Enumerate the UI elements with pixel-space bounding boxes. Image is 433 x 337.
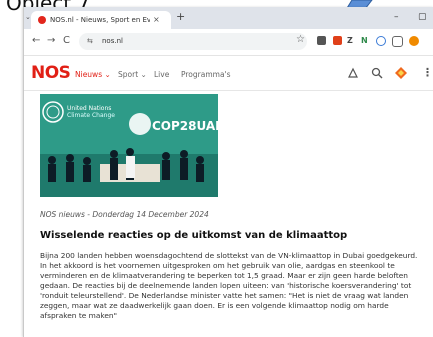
un-logo-subtext: Climate Change [67,112,115,119]
bookmark-star-icon[interactable]: ☆ [296,34,305,45]
nav-item-programmas[interactable]: Programma's [181,70,231,79]
address-url: nos.nl [102,37,123,45]
tab-title: NOS.nl - Nieuws, Sport en Eve... [50,16,150,24]
menu-icon[interactable]: ⋮ [422,66,433,79]
un-logo-text: United Nations [67,105,111,112]
minimize-button[interactable]: – [394,12,399,22]
nav-item-sport[interactable]: Sport ⌄ [118,70,147,79]
tab-close-icon[interactable]: × [153,11,160,29]
extension-icon[interactable] [376,36,386,46]
article-hero-image: United Nations Climate Change COP28UAE [40,94,218,197]
site-header: NOS Nieuws ⌄ Sport ⌄ Live Programma's ⋮ [24,56,433,91]
extension-icon[interactable] [333,36,342,45]
nav-item-nieuws[interactable]: Nieuws ⌄ [75,70,111,79]
tab-bar: ⌄ NOS.nl - Nieuws, Sport en Eve... × + –… [24,7,433,29]
nav-label: Sport [118,70,139,79]
npo-diamond-icon[interactable] [394,66,408,80]
browser-window: ⌄ NOS.nl - Nieuws, Sport en Eve... × + –… [23,7,433,337]
browser-tab[interactable]: NOS.nl - Nieuws, Sport en Eve... × [31,11,171,29]
new-tab-button[interactable]: + [176,10,185,23]
extension-z-icon[interactable]: Z [347,36,353,45]
nos-favicon-icon [38,16,46,24]
chevron-down-icon: ⌄ [140,70,147,79]
article-body: Bijna 200 landen hebben woensdagochtend … [40,251,418,320]
forward-button[interactable]: → [47,35,55,46]
maximize-button[interactable]: ▢ [418,12,427,22]
extension-icon[interactable] [317,36,326,45]
profile-avatar[interactable] [409,36,419,46]
notifications-icon[interactable] [347,67,359,79]
article-headline: Wisselende reacties op de uitkomst van d… [40,230,348,241]
back-button[interactable]: ← [32,35,40,46]
nav-item-live[interactable]: Live [154,70,169,79]
site-info-icon[interactable]: ⇆ [87,33,93,50]
article-byline: NOS nieuws - Donderdag 14 December 2024 [40,210,209,219]
nav-label: Nieuws [75,70,103,79]
extension-n-icon[interactable]: N [361,36,368,45]
cop-logo-text: COP28UAE [152,119,218,133]
extensions-puzzle-icon[interactable] [392,36,403,47]
tab-search-icon[interactable]: ⌄ [25,13,31,21]
browser-toolbar: ← → C ⇆ nos.nl ☆ Z N [24,29,433,56]
address-bar[interactable]: ⇆ nos.nl [79,33,307,50]
reload-button[interactable]: C [63,35,70,46]
chevron-down-icon: ⌄ [104,70,111,79]
nos-logo[interactable]: NOS [31,63,71,83]
search-icon[interactable] [371,67,383,79]
